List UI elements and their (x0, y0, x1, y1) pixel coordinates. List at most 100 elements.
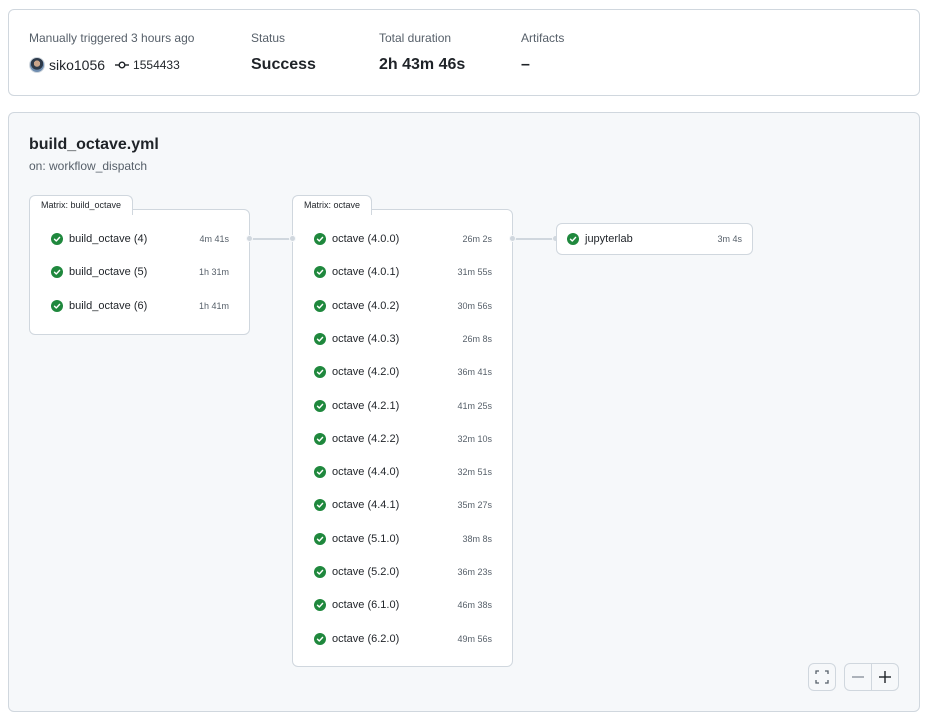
success-check-icon (314, 632, 326, 645)
fullscreen-button[interactable] (808, 663, 836, 691)
job-row[interactable]: build_octave (4) 4m 41s (30, 229, 249, 249)
fullscreen-icon (815, 670, 829, 684)
job-duration: 35m 27s (457, 500, 492, 511)
job-row[interactable]: octave (4.4.0) 32m 51s (293, 462, 512, 482)
trigger-label: Manually triggered 3 hours ago (29, 31, 195, 45)
job-row[interactable]: octave (4.4.1) 35m 27s (293, 495, 512, 515)
run-summary: Manually triggered 3 hours ago siko1056 … (8, 9, 920, 96)
success-check-icon (51, 299, 63, 312)
job-name: octave (4.0.1) (332, 266, 400, 279)
success-check-icon (51, 266, 63, 279)
job-duration: 41m 25s (457, 400, 492, 411)
job-name: octave (4.2.1) (332, 399, 400, 412)
matrix-build-octave: build_octave (4) 4m 41s build_octave (5) 1h… (29, 209, 250, 335)
connector-dot (246, 235, 253, 242)
job-name: octave (6.2.0) (332, 632, 400, 645)
job-jupyterlab[interactable]: jupyterlab 3m 4s (556, 223, 753, 255)
job-row[interactable]: octave (4.2.0) 36m 41s (293, 362, 512, 382)
job-name: octave (5.1.0) (332, 532, 400, 545)
zoom-in-button[interactable] (871, 663, 899, 691)
zoom-out-button[interactable] (844, 663, 872, 691)
success-check-icon (314, 432, 326, 445)
job-name: octave (4.0.0) (332, 233, 400, 245)
actor-link[interactable]: siko1056 (49, 57, 105, 73)
success-check-icon (567, 233, 579, 245)
job-row[interactable]: octave (4.0.1) 31m 55s (293, 262, 512, 282)
connector-dot (289, 235, 296, 242)
minus-icon (852, 676, 864, 678)
commit-sha-link[interactable]: 1554433 (133, 58, 180, 72)
success-check-icon (314, 466, 326, 479)
plus-icon (879, 671, 891, 683)
git-commit-icon (115, 60, 130, 70)
artifacts-value: – (521, 56, 530, 73)
job-row[interactable]: octave (5.2.0) 36m 23s (293, 562, 512, 582)
duration-label: Total duration (379, 31, 452, 45)
status-section: Status Success (251, 31, 316, 75)
job-duration: 26m 2s (462, 234, 492, 244)
duration-value: 2h 43m 46s (379, 56, 466, 73)
job-row[interactable]: build_octave (6) 1h 41m (30, 296, 249, 316)
job-duration: 36m 41s (457, 367, 492, 378)
status-label: Status (251, 31, 286, 45)
job-name: jupyterlab (585, 233, 633, 245)
duration-section: Total duration 2h 43m 46s (379, 31, 465, 75)
success-check-icon (314, 399, 326, 412)
avatar[interactable] (29, 57, 45, 73)
job-row[interactable]: build_octave (5) 1h 31m (30, 262, 249, 282)
job-name: build_octave (6) (69, 299, 148, 312)
job-row[interactable]: octave (4.2.1) 41m 25s (293, 396, 512, 416)
connector-line (250, 238, 293, 240)
job-row[interactable]: octave (4.0.0) 26m 2s (293, 229, 512, 249)
workflow-file-title: build_octave.yml (29, 136, 159, 153)
connector-dot (509, 235, 516, 242)
job-row[interactable]: octave (6.1.0) 46m 38s (293, 595, 512, 615)
job-name: build_octave (4) (69, 233, 148, 245)
job-name: octave (4.2.0) (332, 366, 400, 379)
job-name: octave (5.2.0) (332, 566, 400, 578)
job-duration: 1h 31m (198, 267, 229, 278)
matrix-build-octave-label: Matrix: build_octave (29, 195, 134, 215)
status-value: Success (251, 56, 316, 73)
job-name: octave (4.0.2) (332, 299, 400, 312)
job-duration: 49m 56s (457, 633, 492, 644)
success-check-icon (314, 566, 326, 578)
job-row[interactable]: octave (4.2.2) 32m 10s (293, 429, 512, 449)
job-name: build_octave (5) (69, 266, 148, 279)
job-duration: 1h 41m (198, 300, 229, 311)
matrix-octave: octave (4.0.0) 26m 2s octave (4.0.1) 31m 55… (292, 209, 513, 667)
job-name: octave (4.4.1) (332, 499, 400, 512)
success-check-icon (314, 299, 326, 312)
job-row[interactable]: octave (4.0.2) 30m 56s (293, 296, 512, 316)
workflow-trigger: on: workflow_dispatch (29, 159, 148, 173)
success-check-icon (314, 233, 326, 245)
job-name: octave (4.4.0) (332, 466, 400, 479)
job-duration: 4m 41s (199, 234, 229, 244)
job-duration: 3m 4s (717, 234, 742, 244)
success-check-icon (314, 599, 326, 612)
artifacts-section: Artifacts – (521, 31, 564, 75)
job-duration: 30m 56s (457, 300, 492, 311)
job-name: octave (4.2.2) (332, 432, 400, 445)
success-check-icon (314, 266, 326, 279)
job-duration: 31m 55s (457, 267, 492, 278)
job-name: octave (4.0.3) (332, 332, 400, 345)
trigger-section: Manually triggered 3 hours ago siko1056 … (29, 31, 194, 75)
job-row[interactable]: octave (4.0.3) 26m 8s (293, 329, 512, 349)
job-duration: 38m 8s (462, 533, 492, 544)
success-check-icon (314, 532, 326, 545)
job-row[interactable]: octave (6.2.0) 49m 56s (293, 629, 512, 649)
job-duration: 36m 23s (457, 567, 492, 577)
workflow-graph[interactable]: build_octave.yml on: workflow_dispatch M… (8, 112, 920, 712)
matrix-octave-label: Matrix: octave (292, 195, 373, 215)
job-duration: 46m 38s (457, 600, 492, 611)
job-row[interactable]: octave (5.1.0) 38m 8s (293, 529, 512, 549)
success-check-icon (314, 366, 326, 379)
job-duration: 26m 8s (462, 333, 492, 344)
job-duration: 32m 10s (457, 433, 492, 444)
success-check-icon (51, 233, 63, 245)
success-check-icon (314, 332, 326, 345)
artifacts-label: Artifacts (521, 31, 565, 45)
connector-line (513, 238, 556, 240)
job-duration: 32m 51s (457, 467, 492, 478)
